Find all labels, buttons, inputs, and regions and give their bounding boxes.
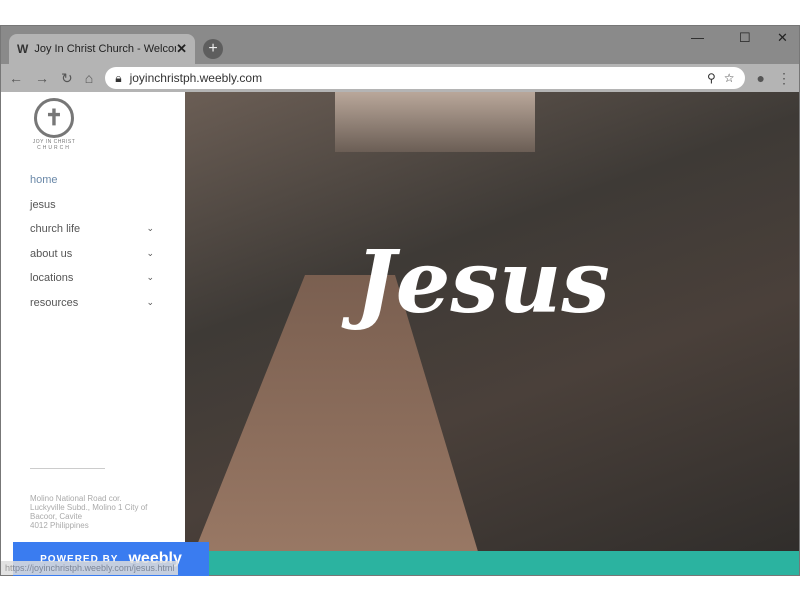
hero-banner: Jesus [185, 92, 799, 575]
toolbar: ← → ↻ ⌂ 🔒︎ joyinchristph.weebly.com ⚲ ☆ … [1, 64, 799, 92]
chevron-down-icon[interactable]: ⌄ [146, 248, 154, 273]
nav-item-church-life[interactable]: church life ⌄ [30, 223, 154, 248]
reload-icon[interactable]: ↻ [61, 70, 73, 87]
address-bar[interactable]: 🔒︎ joyinchristph.weebly.com ⚲ ☆ [105, 67, 745, 89]
weebly-w-icon: W [17, 42, 29, 56]
status-bar-url: https://joyinchristph.weebly.com/jesus.h… [1, 561, 179, 575]
chevron-down-icon[interactable]: ⌄ [146, 297, 154, 322]
nav-item-jesus[interactable]: jesus [30, 199, 154, 224]
nav-item-about-us[interactable]: about us ⌄ [30, 248, 154, 273]
url-text: joyinchristph.weebly.com [129, 71, 263, 85]
hero-title: Jesus [355, 232, 610, 333]
chevron-down-icon[interactable]: ⌄ [146, 223, 154, 248]
chevron-down-icon[interactable]: ⌄ [146, 272, 154, 297]
church-address: Molino National Road cor. Luckyville Subd… [30, 494, 148, 530]
browser-tab[interactable]: W Joy In Christ Church - Welcome t ✕ [9, 34, 195, 64]
lock-icon: 🔒︎ [115, 70, 122, 85]
new-tab-button[interactable]: + [203, 39, 223, 59]
profile-avatar[interactable]: ● [757, 70, 765, 86]
nav-item-locations[interactable]: locations ⌄ [30, 272, 154, 297]
browser-window: W Joy In Christ Church - Welcome t ✕ + —… [0, 25, 800, 576]
divider [30, 468, 105, 469]
tab-title: Joy In Christ Church - Welcome t [34, 43, 176, 55]
menu-icon[interactable]: ⋮ [777, 70, 791, 87]
teal-strip [185, 551, 799, 575]
star-icon[interactable]: ☆ [724, 71, 735, 85]
close-window-button[interactable]: ✕ [777, 30, 788, 46]
church-logo[interactable]: ✝ [34, 98, 74, 138]
home-icon[interactable]: ⌂ [85, 70, 93, 86]
nav-item-home[interactable]: home [30, 174, 154, 199]
forward-icon[interactable]: → [35, 70, 49, 86]
back-icon[interactable]: ← [9, 70, 23, 86]
sidebar: ✝ JOY IN CHRIST CHURCH home jesus church … [1, 92, 185, 575]
nav-item-resources[interactable]: resources ⌄ [30, 297, 154, 322]
nav-menu: home jesus church life ⌄ about us ⌄ locati… [30, 174, 154, 321]
tab-bar: W Joy In Christ Church - Welcome t ✕ + —… [1, 26, 799, 64]
hero-sky [335, 92, 535, 152]
maximize-button[interactable]: ☐ [739, 30, 751, 46]
minimize-button[interactable]: — [691, 30, 704, 45]
close-tab-icon[interactable]: ✕ [176, 41, 187, 57]
logo-text: JOY IN CHRIST CHURCH [32, 139, 76, 151]
zoom-icon[interactable]: ⚲ [707, 71, 716, 85]
page-content: ✝ JOY IN CHRIST CHURCH home jesus church … [1, 92, 799, 576]
